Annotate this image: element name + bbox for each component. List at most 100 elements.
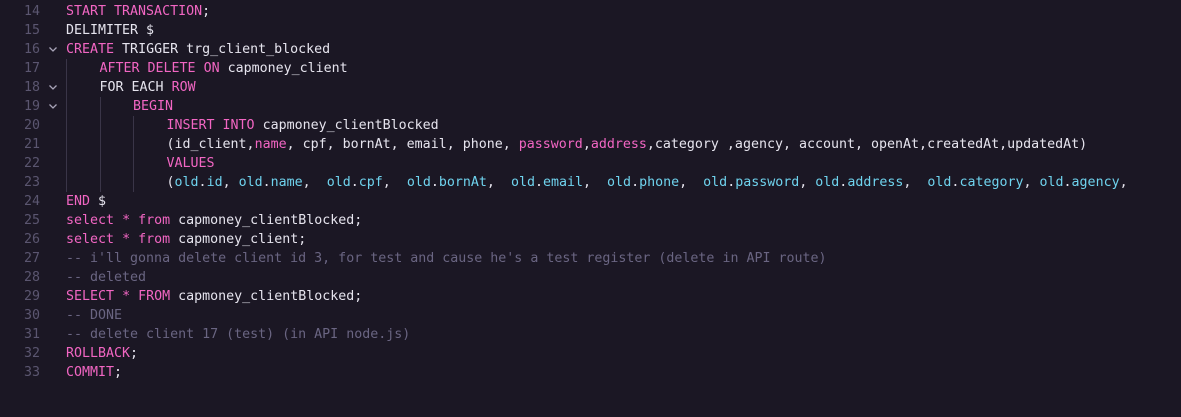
code-token: COMMIT [66,365,115,380]
indent-guide [99,116,101,135]
code-text: DELIMITER $ [66,21,154,40]
code-text: ROLLBACK; [66,344,138,363]
code-editor[interactable]: 14 START TRANSACTION; 15 DELIMITER $ 16 CREAT… [0,2,1181,417]
code-line[interactable]: 22 VALUES [0,154,1181,173]
code-token: -- DONE [66,308,123,323]
indent-guide [133,154,134,173]
code-token: . [727,175,736,190]
code-text: -- i'll gonna delete client id 3, for te… [66,249,827,268]
code-line[interactable]: 23 (old.id, old.name, old.cpf, old.bornAt… [0,173,1181,192]
line-number: 30 [23,308,40,323]
code-line[interactable]: 19 BEGIN [0,97,1181,116]
code-token: INSERT INTO [166,118,255,133]
indent-guide [66,135,67,154]
line-number: 22 [23,156,40,171]
code-token: ROLLBACK [66,346,131,361]
code-line[interactable]: 30 -- DONE [0,306,1181,325]
code-text: select * from capmoney_clientBlocked; [66,211,362,230]
code-token: capmoney_client; [170,232,307,247]
code-token: old [510,175,535,190]
code-token: SELECT [66,289,115,304]
code-token: TRIGGER trg_client_blocked [114,42,331,57]
code-text: END $ [66,192,106,211]
line-number: 18 [23,80,40,95]
code-line[interactable]: 20 INSERT INTO capmoney_clientBlocked [0,116,1181,135]
indent-guide [66,97,67,116]
code-token: email [542,175,584,190]
code-token: password [518,137,583,152]
code-line[interactable]: 25 select * from capmoney_clientBlocked; [0,211,1181,230]
indent-guide [66,78,67,97]
line-number: 19 [23,99,40,114]
code-line[interactable]: 21 (id_client,name, cpf, bornAt, email, p… [0,135,1181,154]
code-token: from [138,213,171,228]
code-token: , [222,175,239,190]
code-line[interactable]: 33 COMMIT; [0,363,1181,382]
line-number: 29 [23,289,40,304]
code-token: cpf [358,175,383,190]
code-token: , [1023,175,1040,190]
line-number: 24 [23,194,40,209]
code-text: FOR EACH ROW [100,78,196,97]
code-token: ; [114,365,123,380]
line-number: 33 [23,365,40,380]
line-number: 17 [23,61,40,76]
code-token: FROM [138,289,171,304]
code-token: , [903,175,928,190]
indent-guide [99,135,101,154]
code-token: START TRANSACTION [66,4,203,19]
code-token: . [198,175,207,190]
code-token: capmoney_clientBlocked; [170,289,363,304]
code-line[interactable]: 15 DELIMITER $ [0,21,1181,40]
code-line[interactable]: 29 SELECT * FROM capmoney_clientBlocked; [0,287,1181,306]
code-token: name [270,175,303,190]
code-token: address [847,175,904,190]
code-text: select * from capmoney_client; [66,230,306,249]
code-token: name [254,137,287,152]
code-token: address [590,137,647,152]
code-token: , [679,175,704,190]
code-text: -- delete client 17 (test) (in API node.… [66,325,410,344]
indent-guide [66,116,67,135]
code-token: . [631,175,640,190]
code-token: old [703,175,728,190]
code-token: old [326,175,351,190]
code-token: old [174,175,199,190]
code-token: capmoney_clientBlocked; [170,213,363,228]
code-token: . [262,175,271,190]
indent-guide [133,135,134,154]
indent-guide [66,154,67,173]
code-line[interactable]: 17 AFTER DELETE ON capmoney_client [0,59,1181,78]
code-token: -- deleted [66,270,147,285]
code-token: . [350,175,359,190]
indent-guide [99,154,101,173]
line-number: 28 [23,270,40,285]
code-token: , [302,175,327,190]
code-line[interactable]: 31 -- delete client 17 (test) (in API nod… [0,325,1181,344]
code-token: , [799,175,816,190]
line-number: 25 [23,213,40,228]
code-token: password [735,175,800,190]
code-line[interactable]: 26 select * from capmoney_client; [0,230,1181,249]
code-line[interactable]: 18 FOR EACH ROW [0,78,1181,97]
line-number: 20 [23,118,40,133]
code-token: * [122,289,131,304]
code-line[interactable]: 16 CREATE TRIGGER trg_client_blocked [0,40,1181,59]
code-token: . [1063,175,1072,190]
indent-guide [133,116,134,135]
code-line[interactable]: 14 START TRANSACTION; [0,2,1181,21]
code-token: , [582,137,591,152]
code-token: -- delete client 17 (test) (in API node.… [66,327,411,342]
indent-guide [66,173,67,192]
code-line[interactable]: 27 -- i'll gonna delete client id 3, for … [0,249,1181,268]
code-line[interactable]: 24 END $ [0,192,1181,211]
code-token: (id_client, [166,137,255,152]
line-number: 32 [23,346,40,361]
code-line[interactable]: 32 ROLLBACK; [0,344,1181,363]
code-line[interactable]: 28 -- deleted [0,268,1181,287]
line-number: 14 [23,4,40,19]
code-text: COMMIT; [66,363,122,382]
